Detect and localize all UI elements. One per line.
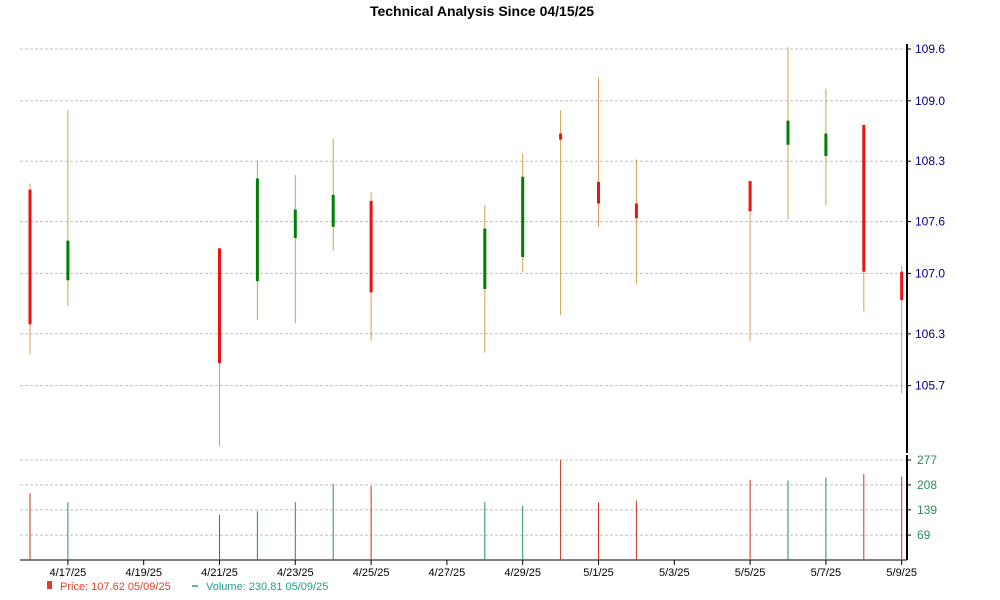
price-tick-label: 107.6 (915, 215, 945, 229)
date-tick-label: 5/1/25 (583, 567, 614, 579)
price-tick-label: 108.3 (915, 154, 945, 168)
candle-body (559, 133, 563, 140)
candle-body (597, 181, 600, 204)
candle-body (293, 209, 297, 239)
volume-axis: 69 139 208 277 (906, 453, 937, 560)
date-tick-label: 4/21/25 (201, 567, 238, 579)
volume-tick-label: 208 (917, 478, 937, 492)
technical-analysis-chart: Technical Analysis Since 04/15/25 105.71… (20, 3, 945, 593)
price-gridlines (20, 48, 907, 387)
date-tick-label: 4/29/25 (504, 567, 541, 579)
date-tick-label: 5/3/25 (659, 567, 690, 579)
volume-tick-label: 69 (917, 528, 931, 542)
candle-body (634, 203, 638, 219)
candle-body (331, 194, 335, 227)
volume-tick-label: 139 (917, 503, 937, 517)
candle-body (66, 240, 70, 281)
chart-title: Technical Analysis Since 04/15/25 (370, 3, 594, 19)
date-tick-label: 4/17/25 (50, 567, 87, 579)
price-axis: 105.7 106.3 107.0 107.6 108.3 109.0 109.6 (906, 42, 945, 453)
candle-body (824, 133, 828, 157)
candle-body (748, 181, 752, 212)
candle-body (255, 178, 259, 282)
candle-body (28, 189, 32, 325)
date-tick-label: 4/19/25 (125, 567, 162, 579)
price-legend-swatch (47, 581, 52, 589)
candle-body (862, 124, 866, 272)
candle-body (218, 248, 221, 364)
candle-body (483, 228, 487, 289)
candle-body (900, 271, 904, 301)
price-tick-label: 109.0 (915, 94, 945, 108)
date-tick-label: 4/23/25 (277, 567, 314, 579)
candle-body (369, 200, 373, 293)
candle-body (786, 120, 790, 145)
price-legend-label: Price: 107.62 05/09/25 (60, 581, 171, 593)
price-tick-label: 105.7 (915, 379, 945, 393)
price-tick-label: 109.6 (915, 42, 945, 56)
date-tick-label: 5/7/25 (811, 567, 842, 579)
volume-tick-label: 277 (917, 453, 937, 467)
candle-body (521, 176, 525, 257)
legend: Price: 107.62 05/09/25 Volume: 230.81 05… (47, 581, 328, 593)
price-tick-label: 106.3 (915, 327, 945, 341)
date-tick-label: 5/5/25 (735, 567, 766, 579)
price-candles (28, 47, 904, 446)
date-tick-label: 5/9/25 (886, 567, 917, 579)
date-tick-label: 4/27/25 (429, 567, 466, 579)
date-tick-label: 4/25/25 (353, 567, 390, 579)
volume-legend-label: Volume: 230.81 05/09/25 (206, 581, 328, 593)
price-tick-label: 107.0 (915, 266, 945, 280)
volume-gridlines (20, 459, 907, 536)
date-axis: 4/17/25 4/19/25 4/21/25 4/23/25 4/25/25 4/27/… (20, 559, 917, 579)
